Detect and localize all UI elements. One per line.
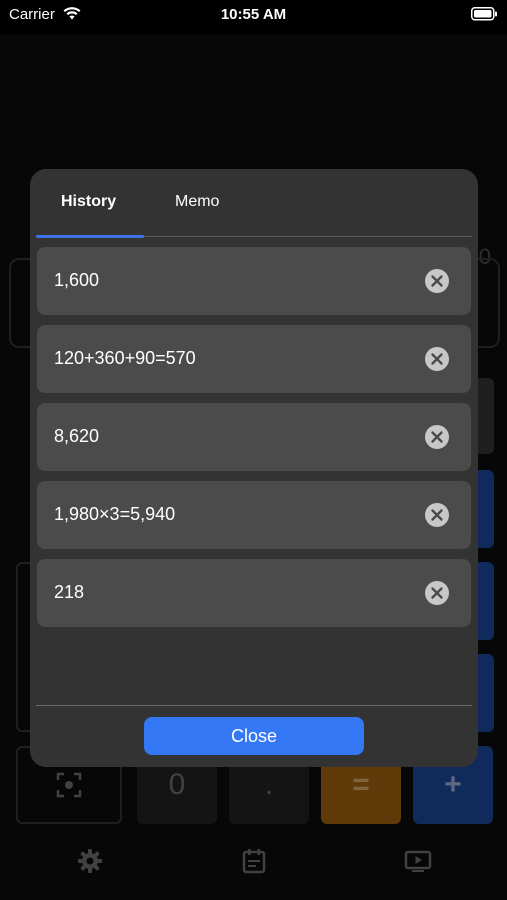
history-modal: History Memo 1,600 120+360+90=570 8,620 …: [30, 169, 478, 767]
history-item[interactable]: 120+360+90=570: [37, 325, 471, 393]
delete-icon[interactable]: [425, 503, 449, 527]
close-button[interactable]: Close: [144, 717, 364, 755]
history-item-value: 218: [54, 582, 85, 602]
status-bar: Carrier 10:55 AM: [0, 0, 507, 34]
history-item-value: 8,620: [54, 426, 100, 446]
history-item[interactable]: 8,620: [37, 403, 471, 471]
history-item-value: 1,980×3=5,940: [54, 504, 176, 524]
history-item[interactable]: 218: [37, 559, 471, 627]
history-item-value: 120+360+90=570: [54, 348, 196, 368]
history-list: 1,600 120+360+90=570 8,620 1,980×3=5,940…: [37, 247, 471, 637]
delete-icon[interactable]: [425, 347, 449, 371]
history-item[interactable]: 1,980×3=5,940: [37, 481, 471, 549]
clock: 10:55 AM: [220, 6, 287, 23]
modal-tabs: History Memo: [36, 169, 472, 238]
history-item-value: 1,600: [54, 270, 100, 290]
tab-memo[interactable]: Memo: [175, 193, 219, 211]
active-tab-indicator: [36, 235, 144, 238]
delete-icon[interactable]: [425, 425, 449, 449]
history-item[interactable]: 1,600: [37, 247, 471, 315]
tab-history[interactable]: History: [61, 193, 116, 211]
delete-icon[interactable]: [425, 581, 449, 605]
battery-icon: [471, 7, 497, 21]
delete-icon[interactable]: [425, 269, 449, 293]
divider: [36, 705, 472, 706]
